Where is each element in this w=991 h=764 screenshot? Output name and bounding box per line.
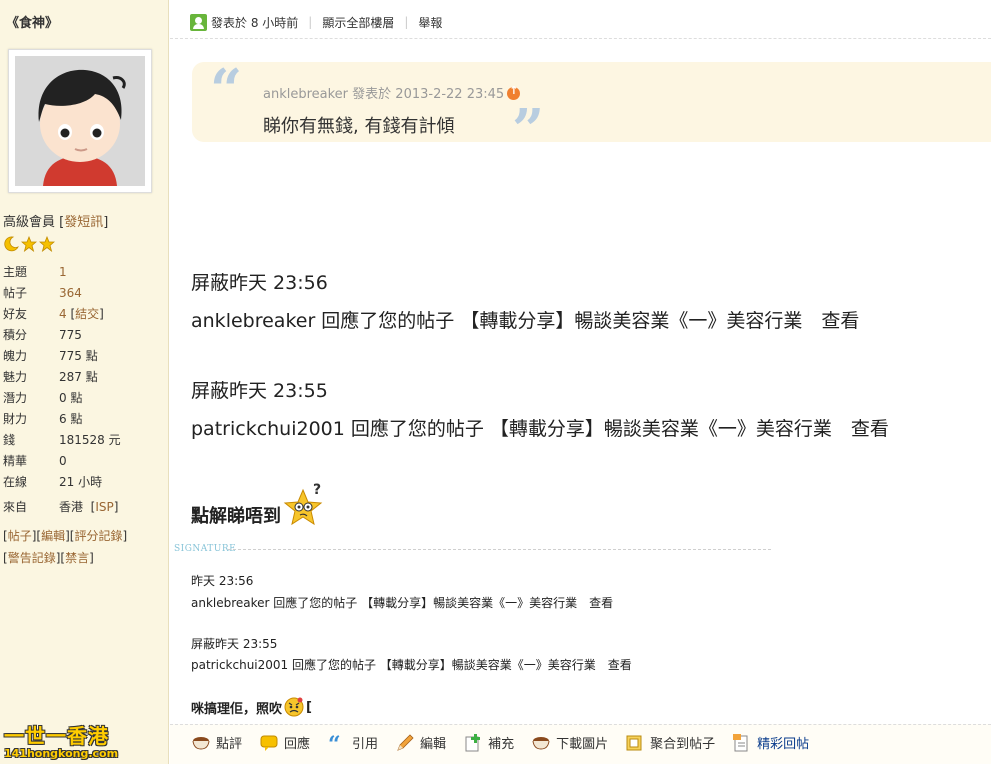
notification-time: 屏蔽昨天 23:55 [191, 380, 328, 402]
rank-label: 高級會員 [3, 215, 56, 230]
stat-row: 主題 1 [3, 262, 163, 283]
edit-user-link[interactable]: 編輯 [41, 529, 65, 543]
rating-log-link[interactable]: 評分記錄 [74, 529, 122, 543]
cup-icon [192, 736, 210, 750]
stat-row: 在線 21 小時 [3, 475, 103, 489]
featured-reply-icon [733, 733, 748, 751]
moon-icon [4, 236, 19, 252]
speech-bubble-icon [260, 735, 278, 751]
friends-count-link[interactable]: 4 [59, 304, 67, 325]
supplement-button[interactable]: 補充 [463, 733, 514, 752]
pencil-icon [397, 733, 414, 751]
merge-icon [626, 735, 642, 750]
download-image-icon [532, 736, 550, 750]
posts-count-link[interactable]: 364 [59, 283, 82, 304]
notification-message: anklebreaker 回應了您的帖子 【轉載分享】暢談美容業《一》美容行業 … [191, 310, 860, 332]
post-action-bar: 點評 回應 “ 引用 編輯 補充 下載圖片 聚合到帖子 精彩回帖 [170, 724, 991, 764]
isp-link[interactable]: ISP [95, 500, 113, 514]
star-icon [39, 236, 55, 252]
post-question: 點解睇唔到 ? [191, 480, 329, 528]
send-pm-link[interactable]: 發短訊 [64, 215, 103, 230]
signature-divider [228, 549, 771, 550]
user-online-icon [190, 13, 207, 31]
member-rank: 高級會員 [發短訊] [3, 215, 109, 230]
quote-time: 發表於 2013-2-22 23:45 [352, 87, 505, 102]
open-quote-icon: “ [210, 57, 243, 123]
notification-time: 屏蔽昨天 23:56 [191, 272, 328, 294]
show-all-floors-link[interactable]: 顯示全部樓層 [322, 14, 394, 31]
signature-time: 屏蔽昨天 23:55 [191, 637, 278, 651]
quote-meta: anklebreaker 發表於 2013-2-22 23:45 [263, 83, 521, 102]
quote-author: anklebreaker [263, 87, 349, 102]
quote-icon: “ [328, 734, 341, 752]
threads-count-link[interactable]: 1 [59, 262, 67, 283]
signature-message: patrickchui2001 回應了您的帖子 【轉載分享】暢談美容業《一》美容… [191, 658, 632, 672]
signature-label: SIGNATURE [174, 544, 237, 554]
signature-message: anklebreaker 回應了您的帖子 【轉載分享】暢談美容業《一》美容行業 … [191, 596, 614, 610]
author-location: 來自 香港 [ISP] [3, 500, 119, 514]
stat-row: 好友 4 [結交] [3, 304, 163, 325]
rate-button[interactable]: 點評 [191, 733, 242, 752]
user-posts-link[interactable]: 帖子 [8, 529, 32, 543]
add-friend-link[interactable]: 結交 [75, 304, 99, 325]
ban-user-link[interactable]: 禁言 [65, 551, 89, 565]
quote-block: “ anklebreaker 發表於 2013-2-22 23:45 睇你有無錢… [192, 57, 991, 158]
svg-text:?: ? [313, 482, 321, 498]
quote-button[interactable]: “ 引用 [327, 733, 378, 753]
close-quote-icon: ” [512, 97, 545, 163]
angry-smiley-icon [284, 697, 304, 717]
author-sidebar: 《食神》 高級會員 [發短訊] 主題 1 帖子 364 好友 4 [結交] 積分 775… [0, 0, 169, 764]
avatar-image [15, 56, 145, 186]
stat-row: 精華 0 [3, 454, 67, 468]
report-link[interactable]: 舉報 [418, 14, 442, 31]
stat-row: 潛力 0 點 [3, 391, 83, 405]
confused-smiley-icon: ? [283, 482, 323, 526]
author-stats: 主題 1 帖子 364 好友 4 [結交] 積分 775 魄力 775 點 魅力 287 點… [3, 262, 163, 493]
stat-row: 財力 6 點 [3, 412, 83, 426]
rank-stars [3, 236, 55, 252]
stat-row: 魄力 775 點 [3, 349, 98, 363]
author-links-row-1: [帖子][編輯][評分記錄] [3, 529, 128, 543]
stat-row: 積分 775 [3, 328, 82, 342]
warning-log-link[interactable]: 警告記錄 [8, 551, 56, 565]
stat-row: 魅力 287 點 [3, 370, 98, 384]
merge-to-thread-button[interactable]: 聚合到帖子 [625, 733, 715, 752]
site-logo[interactable]: 一世一香港 141hongkong.com [4, 720, 126, 760]
signature-time: 昨天 23:56 [191, 574, 254, 588]
author-name[interactable]: 《食神》 [6, 12, 58, 31]
notification-message: patrickchui2001 回應了您的帖子 【轉載分享】暢談美容業《一》美容… [191, 418, 889, 440]
avatar[interactable] [8, 49, 152, 193]
post-content-area: 發表於 8 小時前 | 顯示全部樓層 | 舉報 “ anklebreaker 發… [170, 0, 991, 764]
signature-closing: 咪搞理佢，照吹 [ [191, 696, 312, 718]
edit-button[interactable]: 編輯 [395, 733, 446, 752]
divider [170, 38, 991, 39]
add-note-icon [465, 733, 481, 751]
svg-text:“: “ [328, 734, 341, 752]
featured-reply-button[interactable]: 精彩回帖 [732, 733, 809, 752]
post-time: 發表於 8 小時前 [211, 15, 299, 30]
stat-row: 帖子 364 [3, 283, 163, 304]
quote-text: 睇你有無錢, 有錢有計傾 [263, 116, 455, 137]
download-images-button[interactable]: 下載圖片 [531, 733, 608, 752]
author-links-row-2: [警告記錄][禁言] [3, 551, 94, 565]
reply-button[interactable]: 回應 [259, 733, 310, 752]
stat-row: 錢 181528 元 [3, 433, 121, 447]
post-info-bar: 發表於 8 小時前 | 顯示全部樓層 | 舉報 [190, 10, 442, 34]
star-icon [21, 236, 37, 252]
